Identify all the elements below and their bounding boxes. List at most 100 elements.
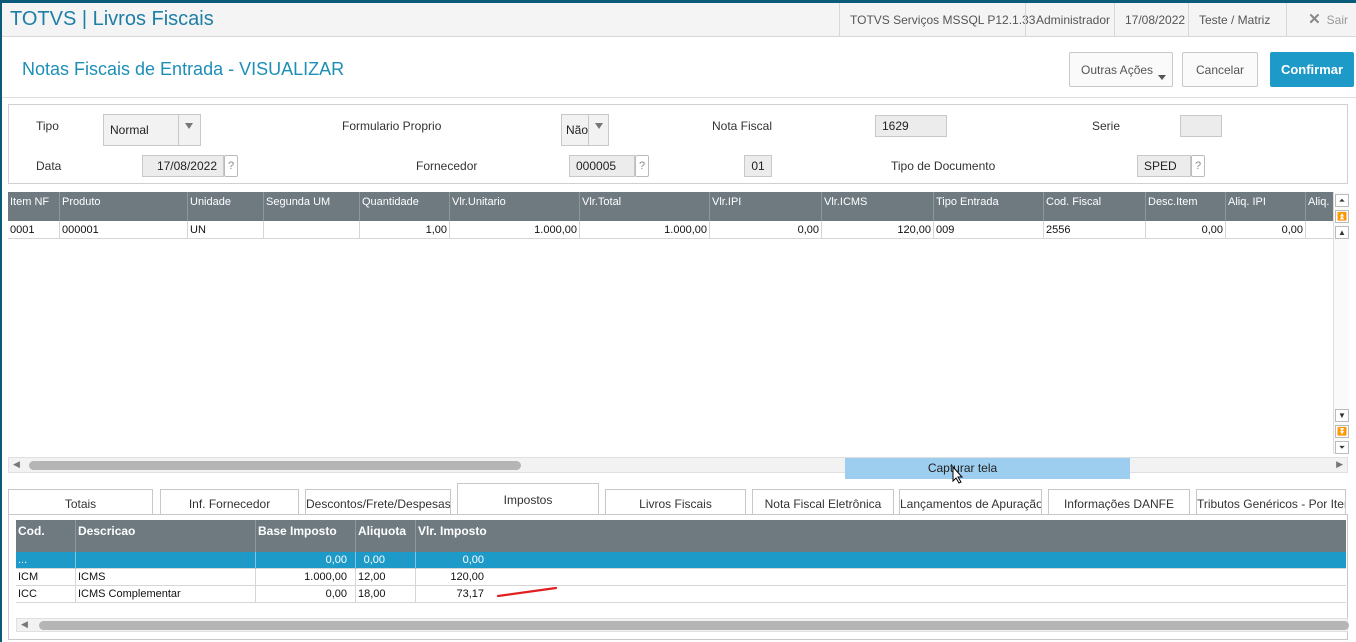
scroll-left-icon[interactable]: ◀ [21,619,28,630]
table-cell: UN [188,221,264,239]
column-header[interactable]: Aliq. [1306,192,1333,221]
fornecedor-field[interactable]: 000005 [569,155,635,177]
tipodoc-label: Tipo de Documento [891,159,996,173]
column-header[interactable]: Vlr.Total [580,192,710,221]
table-cell: ICC [16,586,76,603]
top-bar: TOTVS | Livros Fiscais TOTVS Serviços MS… [2,3,1356,37]
scroll-thumb[interactable] [29,461,521,470]
tipo-label: Tipo [36,119,59,133]
column-header[interactable]: Vlr.IPI [710,192,822,221]
branch-info[interactable]: Teste / Matriz [1188,3,1280,37]
scroll-thumb[interactable] [39,621,1349,630]
table-cell: 120,00 [450,571,484,583]
scroll-bottom-icon[interactable]: ⏷ [1335,441,1349,454]
serie-field[interactable] [1180,115,1222,137]
tipo-select[interactable]: Normal [103,114,201,146]
table-cell [1306,221,1333,239]
column-header[interactable]: Produto [60,192,188,221]
table-cell: ICMS [76,569,256,586]
table-cell: 0,00 [256,552,356,569]
table-cell: 000001 [60,221,188,239]
data-field[interactable]: 17/08/2022 [142,155,224,177]
column-header[interactable]: Vlr.ICMS [822,192,934,221]
column-header[interactable]: Base Imposto [256,520,356,552]
column-header[interactable]: Cod. Fiscal [1044,192,1146,221]
scroll-right-icon[interactable]: ▶ [1336,459,1343,470]
table-row[interactable]: 0001 000001 UN 1,00 1.000,00 1.000,00 0,… [8,221,1333,239]
app-title: TOTVS | Livros Fiscais [10,8,214,30]
annotation-mark [496,586,558,598]
table-cell: 12,00 [356,569,416,586]
table-cell: 1,00 [360,221,450,239]
table-cell: 0,00 [1146,221,1226,239]
column-header[interactable]: Unidade [188,192,264,221]
cancel-button[interactable]: Cancelar [1182,52,1258,87]
items-grid: Item NF Produto Unidade Segunda UM Quant… [8,192,1333,239]
column-header[interactable]: Quantidade [360,192,450,221]
formulario-select[interactable]: Não [561,114,609,146]
column-header[interactable]: Vlr.Unitario [450,192,580,221]
table-cell: ICMS Complementar [76,586,256,603]
header-divider [2,97,1356,98]
scroll-top-icon[interactable]: ⏶ [1335,194,1349,207]
table-cell: ... [16,552,76,569]
help-icon[interactable]: ? [224,155,238,177]
tab-informacoes-danfe[interactable]: Informações DANFE [1048,489,1190,515]
column-header[interactable]: Desc.Item [1146,192,1226,221]
nota-field[interactable]: 1629 [875,115,947,137]
column-header[interactable]: Segunda UM [264,192,360,221]
tab-livros-fiscais[interactable]: Livros Fiscais [605,489,746,515]
column-header[interactable]: Aliq. IPI [1226,192,1306,221]
confirm-button[interactable]: Confirmar [1270,52,1354,87]
scroll-page-up-icon[interactable]: ⏫ [1335,210,1349,223]
tab-totais[interactable]: Totais [8,489,153,515]
tab-nota-fiscal-eletronica[interactable]: Nota Fiscal Eletrônica [752,489,894,515]
scroll-down-icon[interactable]: ▼ [1335,409,1349,422]
tipodoc-field[interactable]: SPED [1137,155,1191,177]
help-icon[interactable]: ? [1191,155,1205,177]
tab-inf-fornecedor[interactable]: Inf. Fornecedor [160,489,299,515]
table-cell: 18,00 [356,586,416,603]
scroll-page-down-icon[interactable]: ⏬ [1335,425,1349,438]
close-icon: ✕ [1308,11,1321,28]
exit-button[interactable]: ✕ Sair [1308,3,1348,37]
form-panel: Tipo Normal Formulario Proprio Não Nota … [8,104,1348,184]
formulario-label: Formulario Proprio [342,119,442,133]
column-header[interactable]: Vlr. Imposto [416,520,1346,552]
column-header[interactable]: Aliquota [356,520,416,552]
items-grid-header: Item NF Produto Unidade Segunda UM Quant… [8,192,1333,221]
scroll-left-icon[interactable]: ◀ [13,459,20,470]
data-label: Data [36,159,62,173]
column-header[interactable]: Tipo Entrada [934,192,1044,221]
tax-grid-header: Cod. Descricao Base Imposto Aliquota Vlr… [16,520,1346,552]
tax-horizontal-scrollbar[interactable]: ◀ [16,618,1349,632]
page-title: Notas Fiscais de Entrada - VISUALIZAR [22,59,345,79]
table-cell [76,552,256,569]
other-actions-label: Outras Ações [1081,62,1154,77]
tab-impostos[interactable]: Impostos [457,483,599,515]
tab-descontos[interactable]: Descontos/Frete/Despesas [305,489,451,515]
table-row[interactable]: ICM ICMS 1.000,00 12,00 120,00 [16,569,1346,586]
dropdown-arrow-icon [178,115,200,145]
nota-label: Nota Fiscal [712,119,773,133]
date-info: 17/08/2022 [1114,3,1195,37]
capture-screen-tooltip[interactable]: Capturar tela [845,458,1130,479]
vertical-scrollbar[interactable]: ⏶ ⏫ ▲ ▼ ⏬ ⏷ [1333,192,1349,454]
table-cell: 009 [934,221,1044,239]
column-header[interactable]: Item NF [8,192,60,221]
other-actions-button[interactable]: Outras Ações [1069,52,1173,87]
table-cell: 2556 [1044,221,1146,239]
column-header[interactable]: Cod. [16,520,76,552]
scroll-up-icon[interactable]: ▲ [1335,226,1349,239]
table-cell: 1.000,00 [580,221,710,239]
help-icon[interactable]: ? [635,155,649,177]
table-row[interactable]: ICC ICMS Complementar 0,00 18,00 73,17 [16,586,1346,603]
table-row[interactable]: ... 0,00 0,00 0,00 [16,552,1346,569]
horizontal-scrollbar[interactable]: ◀ ▶ [8,457,1348,473]
exit-label: Sair [1326,13,1348,27]
tab-lancamentos-apuracao[interactable]: Lançamentos de Apuração [899,489,1042,515]
tab-tributos-genericos[interactable]: Tributos Genéricos - Por Item [1196,489,1346,515]
user-info[interactable]: Administrador [1025,3,1120,37]
column-header[interactable]: Descricao [76,520,256,552]
loja-field[interactable]: 01 [744,155,772,177]
